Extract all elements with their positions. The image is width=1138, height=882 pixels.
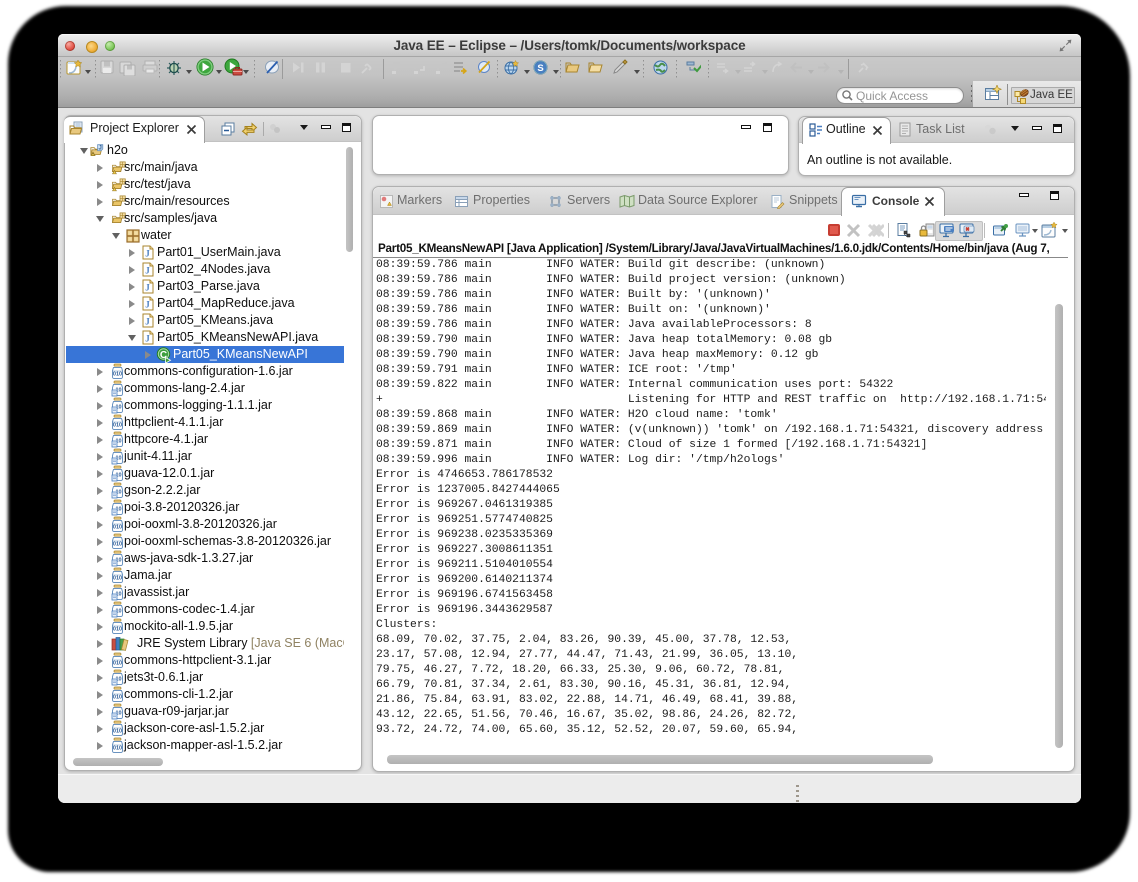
svg-text:J: J	[145, 266, 150, 276]
svg-text:J: J	[145, 249, 150, 259]
svg-text:010: 010	[113, 627, 122, 633]
svg-text:010: 010	[113, 695, 122, 701]
svg-text:J: J	[145, 300, 150, 310]
svg-text:010: 010	[113, 372, 122, 378]
svg-text:J: J	[145, 334, 150, 344]
svg-text:!: !	[92, 152, 93, 156]
svg-text:J: J	[145, 283, 150, 293]
svg-text:S: S	[537, 63, 543, 74]
svg-text:010: 010	[113, 542, 122, 548]
svg-text:J: J	[145, 317, 150, 327]
svg-text:010: 010	[113, 746, 122, 752]
svg-text:010: 010	[113, 729, 122, 735]
svg-text:010: 010	[113, 525, 122, 531]
svg-text:010: 010	[113, 576, 122, 582]
svg-text:010: 010	[113, 423, 122, 429]
svg-text:010: 010	[113, 661, 122, 667]
svg-text:J: J	[99, 145, 102, 151]
